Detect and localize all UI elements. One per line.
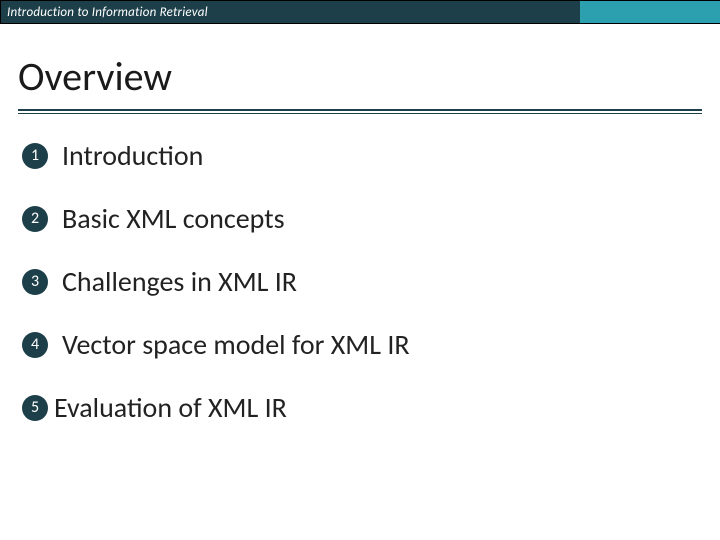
header-title: Introduction to Information Retrieval (1, 5, 208, 20)
toc-label: Introduction (62, 138, 203, 173)
number-badge-icon: 2 (22, 206, 48, 232)
number-badge-icon: 1 (22, 143, 48, 169)
toc-list: 1 Introduction 2 Basic XML concepts 3 Ch… (0, 138, 720, 425)
toc-label: Challenges in XML IR (62, 264, 297, 299)
toc-item: 2 Basic XML concepts (22, 201, 702, 236)
header-accent (580, 0, 720, 24)
toc-item: 1 Introduction (22, 138, 702, 173)
page-title: Overview (18, 52, 720, 101)
toc-item: 3 Challenges in XML IR (22, 264, 702, 299)
toc-item: 5 Evaluation of XML IR (22, 390, 702, 425)
toc-label: Basic XML concepts (62, 201, 285, 236)
number-badge-icon: 4 (22, 332, 48, 358)
title-rule (0, 109, 720, 114)
toc-label: Vector space model for XML IR (62, 327, 410, 362)
number-badge-icon: 5 (22, 395, 48, 421)
number-badge-icon: 3 (22, 269, 48, 295)
slide-container: Introduction to Information Retrieval Ov… (0, 0, 720, 540)
toc-item: 4 Vector space model for XML IR (22, 327, 702, 362)
toc-label: Evaluation of XML IR (54, 390, 287, 425)
